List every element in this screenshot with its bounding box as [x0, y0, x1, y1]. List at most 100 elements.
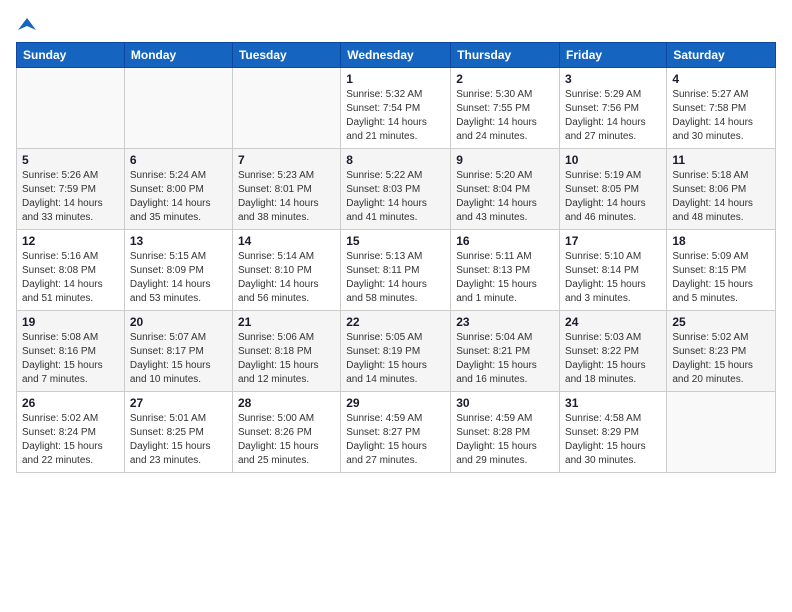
calendar-dow-thursday: Thursday — [451, 43, 560, 68]
day-number: 21 — [238, 315, 335, 329]
calendar-cell: 31 Sunrise: 4:58 AMSunset: 8:29 PMDayligh… — [560, 392, 667, 473]
calendar-cell — [667, 392, 776, 473]
calendar-week-row: 12 Sunrise: 5:16 AMSunset: 8:08 PMDayligh… — [17, 230, 776, 311]
day-info: Sunrise: 5:26 AMSunset: 7:59 PMDaylight:… — [22, 169, 119, 225]
calendar-cell: 12 Sunrise: 5:16 AMSunset: 8:08 PMDayligh… — [17, 230, 125, 311]
day-number: 5 — [22, 153, 119, 167]
day-number: 6 — [130, 153, 227, 167]
calendar-week-row: 5 Sunrise: 5:26 AMSunset: 7:59 PMDaylight… — [17, 149, 776, 230]
calendar-cell: 15 Sunrise: 5:13 AMSunset: 8:11 PMDayligh… — [341, 230, 451, 311]
day-number: 13 — [130, 234, 227, 248]
calendar-cell: 17 Sunrise: 5:10 AMSunset: 8:14 PMDayligh… — [560, 230, 667, 311]
day-info: Sunrise: 5:16 AMSunset: 8:08 PMDaylight:… — [22, 250, 119, 306]
day-info: Sunrise: 5:00 AMSunset: 8:26 PMDaylight:… — [238, 412, 335, 468]
day-info: Sunrise: 5:06 AMSunset: 8:18 PMDaylight:… — [238, 331, 335, 387]
day-number: 14 — [238, 234, 335, 248]
day-number: 23 — [456, 315, 554, 329]
calendar-cell: 19 Sunrise: 5:08 AMSunset: 8:16 PMDayligh… — [17, 311, 125, 392]
day-info: Sunrise: 5:08 AMSunset: 8:16 PMDaylight:… — [22, 331, 119, 387]
calendar-dow-monday: Monday — [124, 43, 232, 68]
day-number: 12 — [22, 234, 119, 248]
day-number: 3 — [565, 72, 661, 86]
day-number: 20 — [130, 315, 227, 329]
calendar-cell: 14 Sunrise: 5:14 AMSunset: 8:10 PMDayligh… — [232, 230, 340, 311]
calendar-cell: 25Sunrise: 5:02 AMSunset: 8:23 PMDayligh… — [667, 311, 776, 392]
calendar-cell — [17, 68, 125, 149]
calendar-cell: 9 Sunrise: 5:20 AMSunset: 8:04 PMDaylight… — [451, 149, 560, 230]
day-info: Sunrise: 5:23 AMSunset: 8:01 PMDaylight:… — [238, 169, 335, 225]
day-number: 15 — [346, 234, 445, 248]
day-number: 31 — [565, 396, 661, 410]
day-number: 17 — [565, 234, 661, 248]
day-info: Sunrise: 5:05 AMSunset: 8:19 PMDaylight:… — [346, 331, 445, 387]
calendar-week-row: 26 Sunrise: 5:02 AMSunset: 8:24 PMDayligh… — [17, 392, 776, 473]
day-number: 22 — [346, 315, 445, 329]
day-info: Sunrise: 5:19 AMSunset: 8:05 PMDaylight:… — [565, 169, 661, 225]
calendar-cell: 29 Sunrise: 4:59 AMSunset: 8:27 PMDayligh… — [341, 392, 451, 473]
day-info: Sunrise: 5:01 AMSunset: 8:25 PMDaylight:… — [130, 412, 227, 468]
day-info: Sunrise: 5:20 AMSunset: 8:04 PMDaylight:… — [456, 169, 554, 225]
day-number: 29 — [346, 396, 445, 410]
calendar-cell: 30 Sunrise: 4:59 AMSunset: 8:28 PMDayligh… — [451, 392, 560, 473]
day-info: Sunrise: 5:15 AMSunset: 8:09 PMDaylight:… — [130, 250, 227, 306]
day-number: 27 — [130, 396, 227, 410]
calendar-cell: 13 Sunrise: 5:15 AMSunset: 8:09 PMDayligh… — [124, 230, 232, 311]
day-number: 2 — [456, 72, 554, 86]
calendar-cell: 18 Sunrise: 5:09 AMSunset: 8:15 PMDayligh… — [667, 230, 776, 311]
day-info: Sunrise: 5:02 AMSunset: 8:24 PMDaylight:… — [22, 412, 119, 468]
day-number: 26 — [22, 396, 119, 410]
day-info: Sunrise: 5:14 AMSunset: 8:10 PMDaylight:… — [238, 250, 335, 306]
day-number: 9 — [456, 153, 554, 167]
day-info: Sunrise: 4:59 AMSunset: 8:28 PMDaylight:… — [456, 412, 554, 468]
day-number: 18 — [672, 234, 770, 248]
calendar-cell: 7Sunrise: 5:23 AMSunset: 8:01 PMDaylight… — [232, 149, 340, 230]
calendar-cell: 22 Sunrise: 5:05 AMSunset: 8:19 PMDayligh… — [341, 311, 451, 392]
day-number: 10 — [565, 153, 661, 167]
day-number: 24 — [565, 315, 661, 329]
day-info: Sunrise: 5:07 AMSunset: 8:17 PMDaylight:… — [130, 331, 227, 387]
day-info: Sunrise: 5:11 AMSunset: 8:13 PMDaylight:… — [456, 250, 554, 306]
calendar-cell: 21 Sunrise: 5:06 AMSunset: 8:18 PMDayligh… — [232, 311, 340, 392]
calendar-cell: 20 Sunrise: 5:07 AMSunset: 8:17 PMDayligh… — [124, 311, 232, 392]
calendar-cell: 4Sunrise: 5:27 AMSunset: 7:58 PMDaylight… — [667, 68, 776, 149]
day-number: 11 — [672, 153, 770, 167]
day-info: Sunrise: 5:24 AMSunset: 8:00 PMDaylight:… — [130, 169, 227, 225]
day-info: Sunrise: 5:04 AMSunset: 8:21 PMDaylight:… — [456, 331, 554, 387]
calendar-week-row: 19 Sunrise: 5:08 AMSunset: 8:16 PMDayligh… — [17, 311, 776, 392]
calendar-cell: 16 Sunrise: 5:11 AMSunset: 8:13 PMDayligh… — [451, 230, 560, 311]
day-info: Sunrise: 4:58 AMSunset: 8:29 PMDaylight:… — [565, 412, 661, 468]
day-info: Sunrise: 4:59 AMSunset: 8:27 PMDaylight:… — [346, 412, 445, 468]
day-info: Sunrise: 5:22 AMSunset: 8:03 PMDaylight:… — [346, 169, 445, 225]
calendar-cell: 26 Sunrise: 5:02 AMSunset: 8:24 PMDayligh… — [17, 392, 125, 473]
day-number: 19 — [22, 315, 119, 329]
day-info: Sunrise: 5:30 AMSunset: 7:55 PMDaylight:… — [456, 88, 554, 144]
calendar-cell: 6 Sunrise: 5:24 AMSunset: 8:00 PMDaylight… — [124, 149, 232, 230]
day-number: 30 — [456, 396, 554, 410]
calendar-cell: 28 Sunrise: 5:00 AMSunset: 8:26 PMDayligh… — [232, 392, 340, 473]
calendar-cell: 8 Sunrise: 5:22 AMSunset: 8:03 PMDaylight… — [341, 149, 451, 230]
day-info: Sunrise: 5:03 AMSunset: 8:22 PMDaylight:… — [565, 331, 661, 387]
calendar-cell: 1 Sunrise: 5:32 AMSunset: 7:54 PMDaylight… — [341, 68, 451, 149]
page-header — [16, 16, 776, 34]
day-info: Sunrise: 5:10 AMSunset: 8:14 PMDaylight:… — [565, 250, 661, 306]
calendar-dow-tuesday: Tuesday — [232, 43, 340, 68]
calendar-cell: 11 Sunrise: 5:18 AMSunset: 8:06 PMDayligh… — [667, 149, 776, 230]
day-info: Sunrise: 5:29 AMSunset: 7:56 PMDaylight:… — [565, 88, 661, 144]
calendar-cell: 2 Sunrise: 5:30 AMSunset: 7:55 PMDaylight… — [451, 68, 560, 149]
logo — [16, 16, 36, 34]
day-number: 1 — [346, 72, 445, 86]
day-info: Sunrise: 5:02 AMSunset: 8:23 PMDaylight:… — [672, 331, 770, 387]
day-number: 16 — [456, 234, 554, 248]
day-info: Sunrise: 5:09 AMSunset: 8:15 PMDaylight:… — [672, 250, 770, 306]
day-info: Sunrise: 5:18 AMSunset: 8:06 PMDaylight:… — [672, 169, 770, 225]
calendar-cell: 3 Sunrise: 5:29 AMSunset: 7:56 PMDaylight… — [560, 68, 667, 149]
day-number: 4 — [672, 72, 770, 86]
logo-bird-icon — [18, 16, 36, 34]
calendar-cell — [124, 68, 232, 149]
day-info: Sunrise: 5:32 AMSunset: 7:54 PMDaylight:… — [346, 88, 445, 144]
calendar-dow-friday: Friday — [560, 43, 667, 68]
day-number: 8 — [346, 153, 445, 167]
day-number: 28 — [238, 396, 335, 410]
calendar-cell: 5 Sunrise: 5:26 AMSunset: 7:59 PMDaylight… — [17, 149, 125, 230]
day-info: Sunrise: 5:13 AMSunset: 8:11 PMDaylight:… — [346, 250, 445, 306]
